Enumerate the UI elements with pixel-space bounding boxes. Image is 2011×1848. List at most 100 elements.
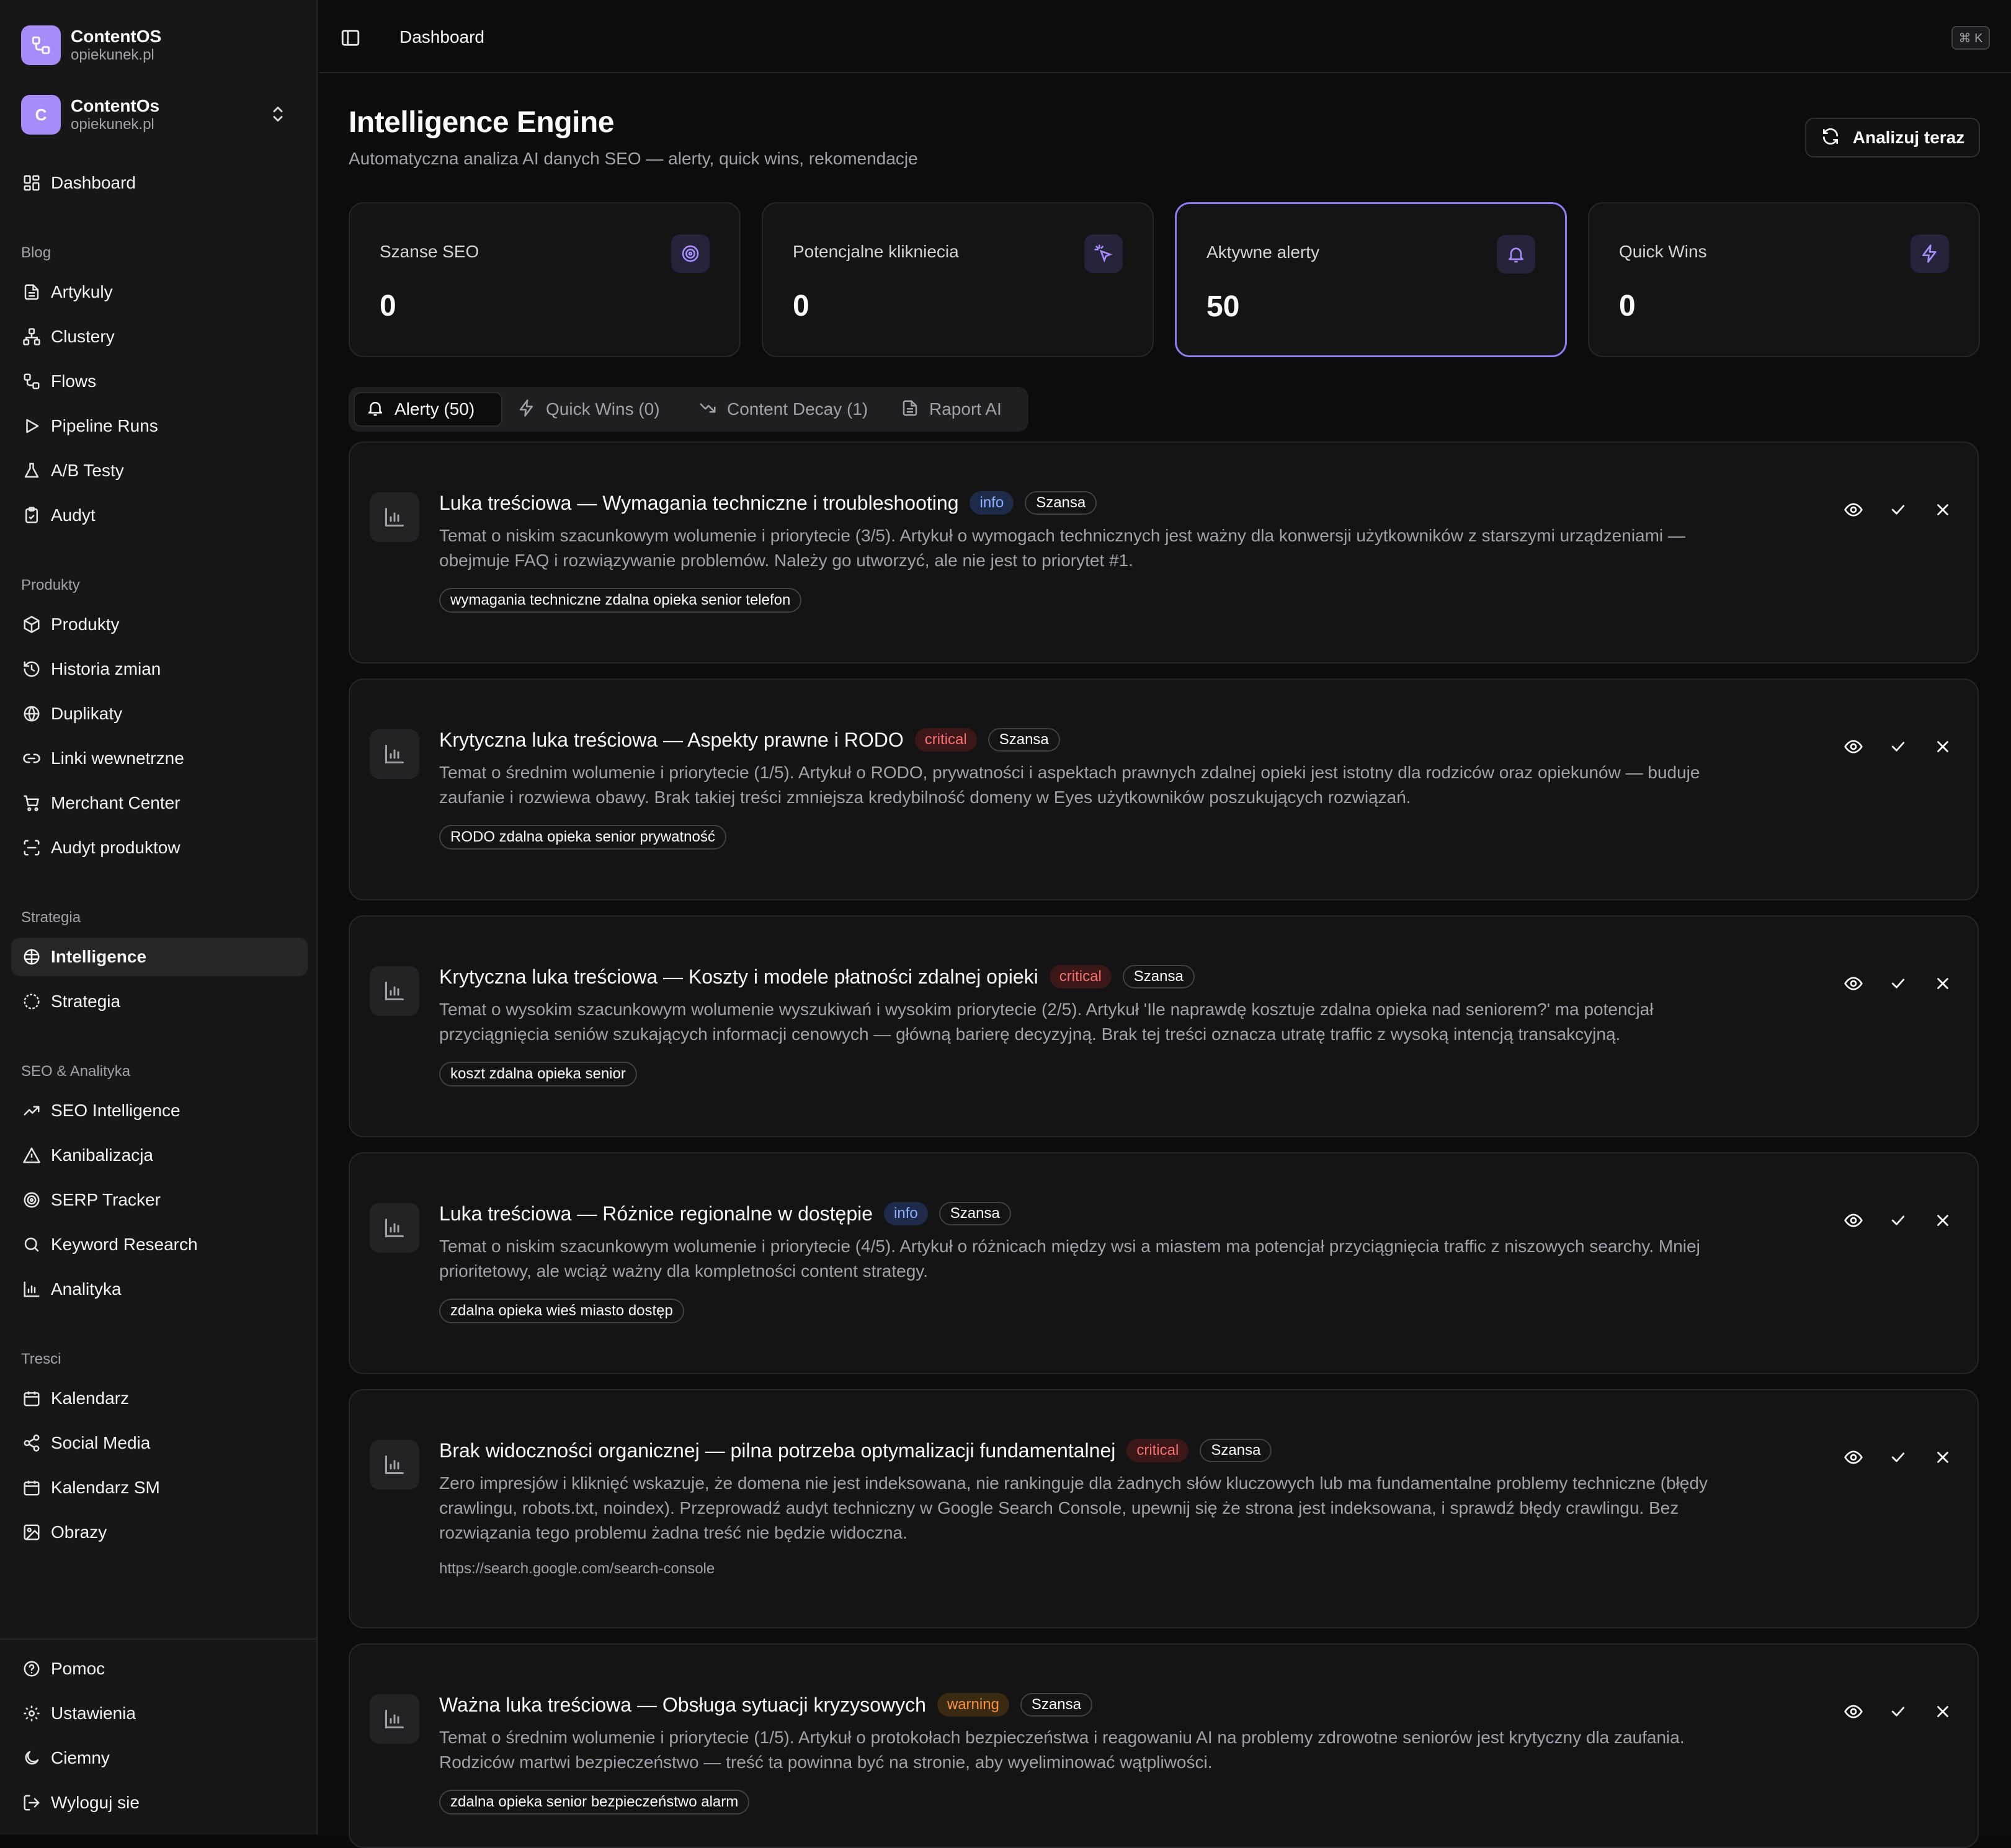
sidebar-item-ustawienia[interactable]: Ustawienia: [11, 1694, 308, 1733]
type-badge: Szansa: [939, 1202, 1011, 1225]
bar-chart-icon: [370, 492, 419, 542]
breadcrumb[interactable]: Dashboard: [399, 27, 484, 47]
refresh-icon: [1821, 127, 1840, 149]
view-button[interactable]: [1841, 1445, 1866, 1470]
alert-title: Brak widoczności organicznej — pilna pot…: [439, 1439, 1116, 1462]
sidebar-toggle-icon[interactable]: [340, 27, 362, 50]
brain-globe-icon: [21, 946, 42, 967]
sidebar-item-keyword-research[interactable]: Keyword Research: [11, 1225, 308, 1264]
sidebar-item-intelligence[interactable]: Intelligence: [11, 938, 308, 976]
accept-button[interactable]: [1886, 1445, 1911, 1470]
alert-card: Krytyczna luka treściowa — Aspekty prawn…: [349, 678, 1979, 900]
sidebar-item-audyt[interactable]: Audyt: [11, 496, 308, 535]
chevrons-up-down-icon: [267, 103, 289, 128]
alert-triangle-icon: [21, 1145, 42, 1166]
sidebar-item-serp-tracker[interactable]: SERP Tracker: [11, 1181, 308, 1219]
dismiss-button[interactable]: [1930, 497, 1955, 522]
alert-card: Krytyczna luka treściowa — Koszty i mode…: [349, 915, 1979, 1137]
keyword-chip: wymagania techniczne zdalna opieka senio…: [439, 588, 802, 613]
sidebar-item-historia-zmian[interactable]: Historia zmian: [11, 650, 308, 688]
sidebar-item-wyloguj[interactable]: Wyloguj sie: [11, 1784, 308, 1822]
sidebar-item-pipeline-runs[interactable]: Pipeline Runs: [11, 407, 308, 445]
sidebar-item-clustery[interactable]: Clustery: [11, 318, 308, 356]
brand[interactable]: ContentOS opiekunek.pl: [21, 25, 161, 66]
sidebar-item-label: Ustawienia: [51, 1704, 136, 1723]
severity-badge: critical: [1126, 1439, 1189, 1462]
sidebar-item-pomoc[interactable]: Pomoc: [11, 1650, 308, 1688]
sidebar-item-kalendarz[interactable]: Kalendarz: [11, 1379, 308, 1418]
accept-button[interactable]: [1886, 1699, 1911, 1724]
sidebar-item-obrazy[interactable]: Obrazy: [11, 1513, 308, 1552]
sidebar-item-analityka[interactable]: Analityka: [11, 1270, 308, 1308]
image-icon: [21, 1522, 42, 1543]
bar-chart-icon: [370, 1440, 419, 1490]
dismiss-button[interactable]: [1930, 1208, 1955, 1233]
severity-badge: info: [970, 491, 1014, 515]
sidebar-item-produkty[interactable]: Produkty: [11, 605, 308, 644]
trending-down-icon: [698, 399, 717, 420]
stat-label: Aktywne alerty: [1206, 242, 1320, 262]
sidebar-item-audyt-produktow[interactable]: Audyt produktow: [11, 828, 308, 867]
brand-logo-icon: [21, 25, 61, 65]
accept-button[interactable]: [1886, 971, 1911, 996]
keyword-chip: RODO zdalna opieka senior prywatność: [439, 825, 726, 850]
accept-button[interactable]: [1886, 1208, 1911, 1233]
tab-content-decay[interactable]: Content Decay (1): [687, 392, 886, 427]
sidebar-item-duplikaty[interactable]: Duplikaty: [11, 695, 308, 733]
sidebar-item-label: Flows: [51, 371, 97, 391]
tab-alerty[interactable]: Alerty (50): [354, 392, 502, 427]
sidebar-item-label: Artykuly: [51, 282, 113, 301]
bar-chart-icon: [370, 1203, 419, 1253]
severity-badge: critical: [1049, 965, 1112, 988]
analyze-now-button[interactable]: Analizuj teraz: [1805, 118, 1980, 158]
target-icon: [671, 234, 710, 273]
command-shortcut[interactable]: ⌘ K: [1951, 26, 1990, 50]
tab-quick-wins[interactable]: Quick Wins (0): [506, 392, 680, 427]
sidebar-item-linki-wewnetrzne[interactable]: Linki wewnetrzne: [11, 739, 308, 778]
dismiss-button[interactable]: [1930, 1699, 1955, 1724]
sidebar-item-artykuly[interactable]: Artykuly: [11, 273, 308, 311]
calendar-icon: [21, 1388, 42, 1409]
sidebar-item-label: Ciemny: [51, 1748, 110, 1767]
sidebar: ContentOS opiekunek.pl C ContentOs opiek…: [0, 0, 318, 1834]
view-button[interactable]: [1841, 497, 1866, 522]
dismiss-button[interactable]: [1930, 1445, 1955, 1470]
sidebar-item-seo-intelligence[interactable]: SEO Intelligence: [11, 1091, 308, 1130]
view-button[interactable]: [1841, 971, 1866, 996]
accept-button[interactable]: [1886, 497, 1911, 522]
trending-up-icon: [21, 1100, 42, 1121]
view-button[interactable]: [1841, 734, 1866, 759]
log-out-icon: [21, 1792, 42, 1813]
sidebar-item-strategia[interactable]: Strategia: [11, 982, 308, 1021]
tab-raport-ai[interactable]: Raport AI: [890, 392, 1020, 427]
bell-icon: [1497, 235, 1535, 273]
alert-description: Zero impresjów i kliknięć wskazuje, że d…: [439, 1473, 1708, 1542]
sidebar-item-kalendarz-sm[interactable]: Kalendarz SM: [11, 1468, 308, 1507]
sidebar-item-label: Audyt produktow: [51, 838, 181, 857]
dismiss-button[interactable]: [1930, 971, 1955, 996]
workspace-switcher[interactable]: C ContentOs opiekunek.pl: [21, 94, 300, 135]
severity-badge: info: [884, 1202, 928, 1225]
stat-card-aktywne-alerty: Aktywne alerty 50: [1175, 202, 1567, 357]
sidebar-item-dashboard[interactable]: Dashboard: [11, 164, 308, 202]
alert-card: Brak widoczności organicznej — pilna pot…: [349, 1389, 1979, 1628]
dismiss-button[interactable]: [1930, 734, 1955, 759]
accept-button[interactable]: [1886, 734, 1911, 759]
stat-value: 0: [793, 290, 809, 322]
alert-title: Krytyczna luka treściowa — Koszty i mode…: [439, 965, 1038, 988]
sidebar-item-social-media[interactable]: Social Media: [11, 1424, 308, 1462]
sidebar-item-merchant-center[interactable]: Merchant Center: [11, 784, 308, 822]
sidebar-item-ab-testy[interactable]: A/B Testy: [11, 451, 308, 490]
type-badge: Szansa: [1020, 1693, 1092, 1717]
stat-card-szanse-seo: Szanse SEO 0: [349, 202, 741, 357]
play-icon: [21, 415, 42, 437]
sidebar-item-label: Strategia: [51, 992, 121, 1011]
sidebar-item-ciemny[interactable]: Ciemny: [11, 1739, 308, 1777]
sidebar-item-kanibalizacja[interactable]: Kanibalizacja: [11, 1136, 308, 1175]
sidebar-item-label: Merchant Center: [51, 793, 181, 812]
sidebar-item-flows[interactable]: Flows: [11, 362, 308, 401]
view-button[interactable]: [1841, 1208, 1866, 1233]
bar-chart-icon: [21, 1279, 42, 1300]
alert-link[interactable]: https://search.google.com/search-console: [439, 1560, 715, 1578]
view-button[interactable]: [1841, 1699, 1866, 1724]
